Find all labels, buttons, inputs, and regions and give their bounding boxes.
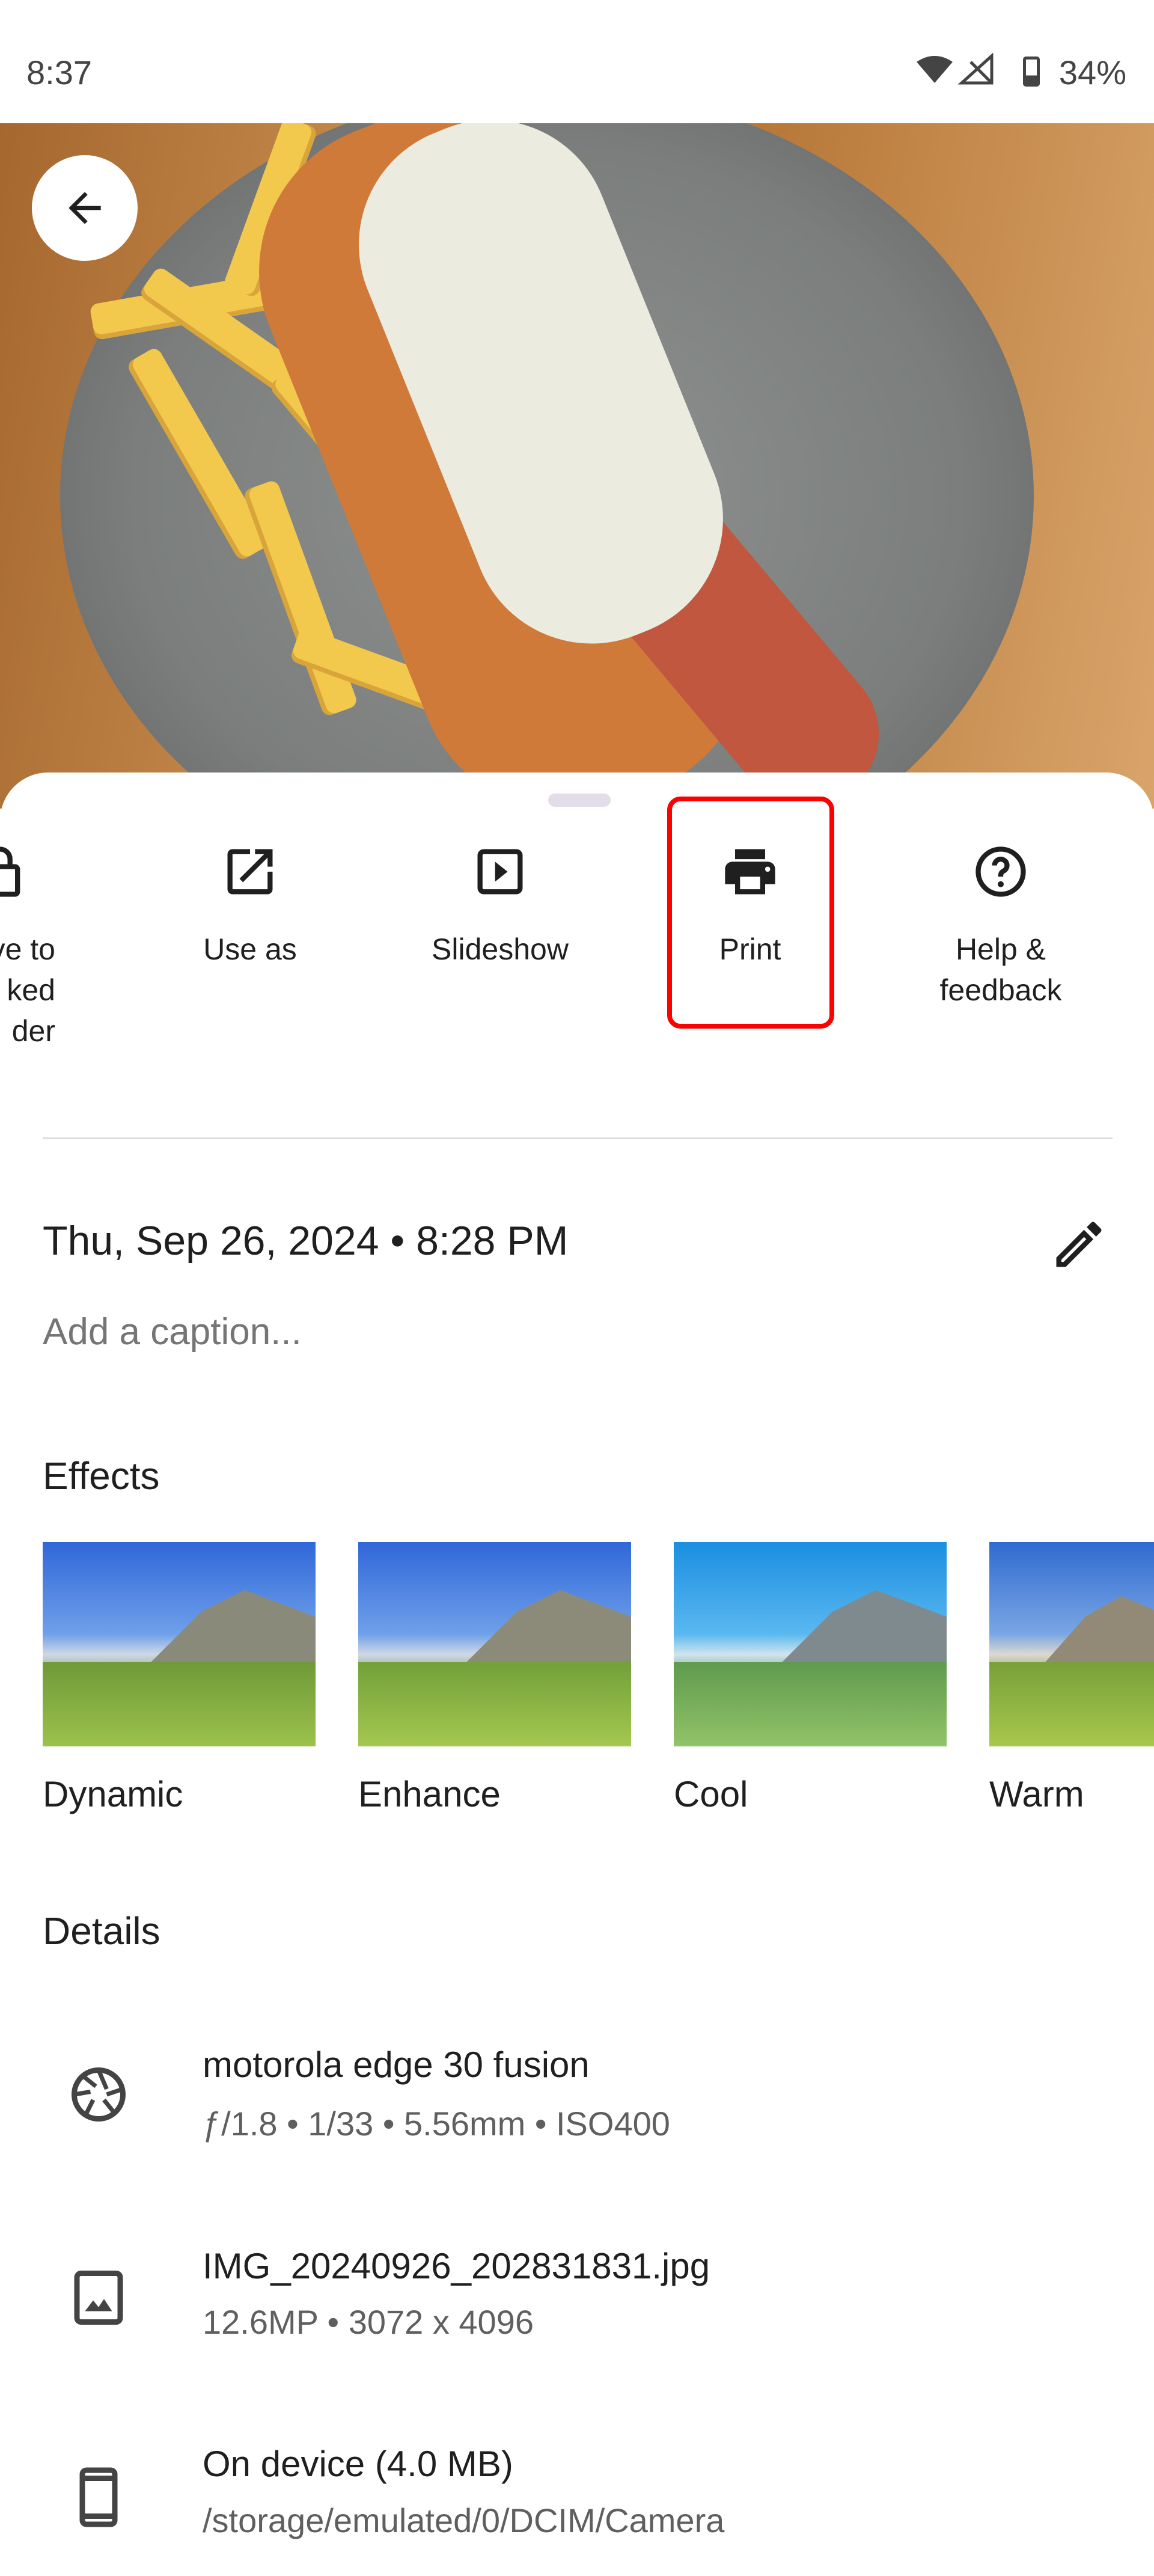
camera-aperture-icon	[72, 2067, 126, 2122]
thumb-meadow	[989, 1662, 1154, 1746]
thumb-meadow	[43, 1662, 316, 1746]
status-bar: 8:37 34%	[0, 0, 1154, 123]
caption-input[interactable]: Add a caption...	[43, 1311, 302, 1353]
effect-label: Dynamic	[43, 1774, 183, 1814]
photo-view[interactable]	[0, 123, 1154, 809]
phone-icon	[79, 2467, 118, 2527]
detail-subtitle: 12.6MP • 3072 x 4096	[203, 2303, 534, 2341]
thumb-meadow	[358, 1662, 631, 1746]
effect-thumb-cool[interactable]	[674, 1542, 947, 1746]
lock-folder-icon	[0, 846, 20, 897]
effect-thumb-dynamic[interactable]	[43, 1542, 316, 1746]
edit-pencil-icon[interactable]	[1049, 1214, 1109, 1274]
effect-label: Warm	[989, 1774, 1084, 1814]
detail-title: IMG_20240926_202831831.jpg	[203, 2246, 710, 2286]
effect-thumb-enhance[interactable]	[358, 1542, 631, 1746]
action-label: ve to ked der	[0, 932, 55, 1048]
back-button[interactable]	[32, 155, 138, 261]
status-time: 8:37	[26, 54, 92, 91]
action-label: Use as	[203, 932, 297, 966]
action-help-feedback[interactable]: Help & feedback	[887, 842, 1115, 1011]
wifi-signal-icon	[917, 53, 994, 85]
detail-title: On device (4.0 MB)	[203, 2444, 513, 2484]
details-heading: Details	[43, 1909, 160, 1953]
action-move-to-locked-folder[interactable]: ve to ked der	[0, 842, 114, 1051]
action-slideshow[interactable]: Slideshow	[386, 842, 614, 970]
open-external-icon	[227, 849, 273, 895]
drag-handle[interactable]	[548, 794, 611, 807]
thumb-meadow	[674, 1662, 947, 1746]
image-icon	[74, 2271, 123, 2325]
detail-subtitle: ƒ/1.8 • 1/33 • 5.56mm • ISO400	[203, 2105, 670, 2143]
battery-percent: 34%	[1058, 54, 1126, 91]
effect-label: Cool	[674, 1774, 748, 1814]
effects-heading: Effects	[43, 1454, 160, 1498]
photo-date: Thu, Sep 26, 2024 • 8:28 PM	[43, 1218, 569, 1264]
effect-thumb-warm[interactable]	[989, 1542, 1154, 1746]
effect-label: Enhance	[358, 1774, 501, 1814]
action-label: Help & feedback	[939, 932, 1062, 1007]
print-highlight-box	[667, 797, 834, 1029]
help-icon	[975, 846, 1026, 897]
detail-title: motorola edge 30 fusion	[203, 2045, 590, 2085]
slideshow-icon	[477, 849, 523, 895]
battery-icon	[1023, 57, 1040, 87]
action-label: Slideshow	[432, 932, 569, 966]
divider	[43, 1137, 1113, 1139]
arrow-back-icon	[69, 192, 101, 224]
action-use-as[interactable]: Use as	[136, 842, 364, 970]
detail-subtitle: /storage/emulated/0/DCIM/Camera	[203, 2501, 725, 2539]
